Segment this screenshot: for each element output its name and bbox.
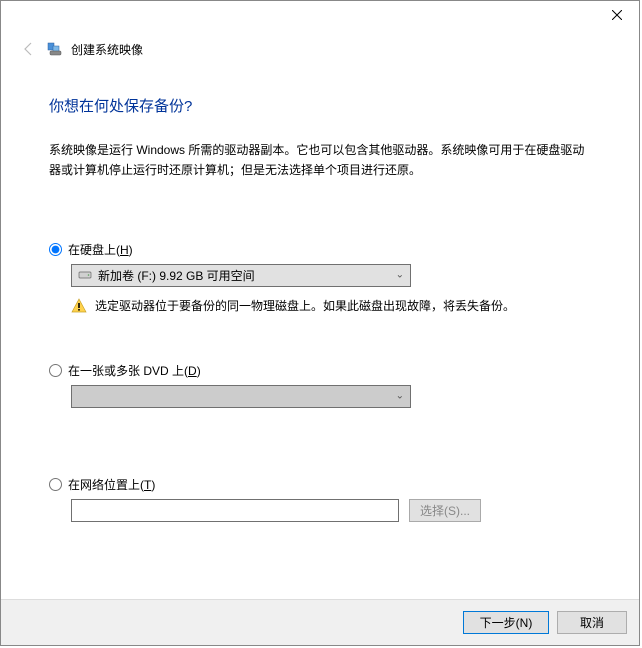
close-icon — [612, 10, 622, 20]
network-input-row: 选择(S)... — [71, 499, 591, 522]
dialog-title: 创建系统映像 — [71, 41, 143, 58]
hdd-warning-row: 选定驱动器位于要备份的同一物理磁盘上。如果此磁盘出现故障，将丢失备份。 — [71, 297, 591, 314]
hdd-warning-text: 选定驱动器位于要备份的同一物理磁盘上。如果此磁盘出现故障，将丢失备份。 — [95, 297, 515, 314]
radio-network[interactable] — [49, 478, 62, 491]
back-arrow-icon — [21, 41, 37, 57]
main-heading: 你想在何处保存备份? — [49, 95, 591, 116]
option-hdd-row: 在硬盘上(H) — [49, 241, 591, 258]
cancel-button[interactable]: 取消 — [557, 611, 627, 634]
app-icon — [47, 41, 63, 57]
select-location-button: 选择(S)... — [409, 499, 481, 522]
next-button[interactable]: 下一步(N) — [463, 611, 549, 634]
system-image-dialog: 创建系统映像 你想在何处保存备份? 系统映像是运行 Windows 所需的驱动器… — [0, 0, 640, 646]
chevron-down-icon: ⌄ — [396, 270, 404, 281]
drive-icon — [78, 268, 92, 282]
description-text: 系统映像是运行 Windows 所需的驱动器副本。它也可以包含其他驱动器。系统映… — [49, 140, 591, 181]
hdd-drive-dropdown[interactable]: 新加卷 (F:) 9.92 GB 可用空间 ⌄ — [71, 264, 411, 287]
header-row: 创建系统映像 — [1, 33, 639, 59]
network-path-input[interactable] — [71, 499, 399, 522]
chevron-down-icon: ⌄ — [396, 391, 404, 402]
back-button — [19, 39, 39, 59]
option-hdd-label[interactable]: 在硬盘上(H) — [68, 241, 133, 258]
radio-dvd[interactable] — [49, 364, 62, 377]
option-dvd-row: 在一张或多张 DVD 上(D) — [49, 362, 591, 379]
dialog-footer: 下一步(N) 取消 — [1, 599, 639, 645]
title-bar — [1, 1, 639, 33]
warning-icon — [71, 298, 87, 314]
hdd-selected-text: 新加卷 (F:) 9.92 GB 可用空间 — [98, 267, 255, 284]
option-network-row: 在网络位置上(T) — [49, 476, 591, 493]
option-network-label[interactable]: 在网络位置上(T) — [68, 476, 155, 493]
close-button[interactable] — [594, 1, 639, 29]
option-dvd-label[interactable]: 在一张或多张 DVD 上(D) — [68, 362, 201, 379]
content-area: 你想在何处保存备份? 系统映像是运行 Windows 所需的驱动器副本。它也可以… — [1, 59, 639, 522]
radio-hdd[interactable] — [49, 243, 62, 256]
dvd-drive-dropdown: ⌄ — [71, 385, 411, 408]
